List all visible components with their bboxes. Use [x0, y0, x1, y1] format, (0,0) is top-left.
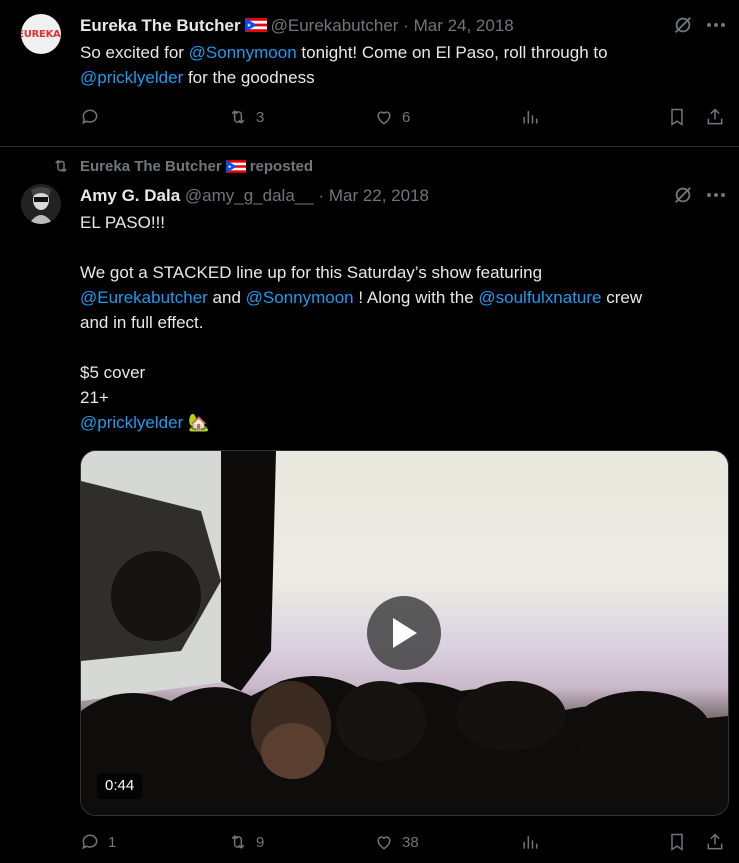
- heart-icon: [377, 836, 391, 850]
- tweet-text-part: tonight! Come on El Paso, roll through t…: [296, 43, 608, 62]
- mention-link[interactable]: @Sonnymoon: [246, 288, 354, 307]
- bookmark-icon: [671, 108, 683, 126]
- video-duration: 0:44: [97, 773, 143, 799]
- share-button[interactable]: [705, 832, 725, 852]
- retweet-button[interactable]: 3: [228, 107, 264, 127]
- reposter-name[interactable]: Eureka The Butcher: [80, 158, 222, 175]
- reply-button[interactable]: 1: [80, 832, 116, 852]
- play-button[interactable]: [367, 596, 441, 670]
- like-button[interactable]: 38: [374, 832, 419, 852]
- like-count: 38: [402, 833, 419, 851]
- grok-button[interactable]: [672, 14, 694, 38]
- tweet-line: $5 cover: [80, 363, 146, 382]
- tweet-text-part: and: [207, 288, 246, 307]
- bookmark-button[interactable]: [667, 832, 687, 852]
- grok-button[interactable]: [672, 184, 694, 208]
- separator: ·: [318, 186, 325, 205]
- like-count: 6: [402, 108, 411, 126]
- avatar-logo-text: EUREKA!: [21, 28, 61, 40]
- more-button[interactable]: [706, 184, 726, 208]
- views-button[interactable]: [520, 107, 540, 127]
- mention-link[interactable]: @soulfulxnature: [478, 288, 601, 307]
- share-icon: [707, 108, 723, 125]
- mention-link[interactable]: @pricklyelder: [80, 68, 183, 87]
- avatar[interactable]: [21, 184, 61, 224]
- mention-link[interactable]: @Sonnymoon: [189, 43, 297, 62]
- play-icon: [393, 618, 417, 648]
- tweet-line: 21+: [80, 388, 109, 407]
- retweet-button[interactable]: 9: [228, 832, 264, 852]
- views-icon: [523, 836, 538, 849]
- more-button[interactable]: [706, 14, 726, 38]
- tweet-header: Eureka The Butcher @Eurekabutcher · Mar …: [80, 14, 514, 38]
- tweet-line: EL PASO!!!: [80, 213, 166, 232]
- grok-icon: [675, 187, 691, 203]
- puerto-rico-flag-icon: [225, 159, 246, 173]
- share-button[interactable]: [705, 107, 725, 127]
- puerto-rico-flag-icon: [244, 18, 267, 32]
- more-icon: [707, 23, 725, 27]
- views-icon: [523, 111, 538, 124]
- views-button[interactable]: [520, 832, 540, 852]
- mention-link[interactable]: @Eurekabutcher: [80, 288, 208, 307]
- reply-button[interactable]: [80, 107, 100, 127]
- tweet-line: We got a STACKED line up for this Saturd…: [80, 260, 720, 285]
- retweet-count: 3: [256, 108, 265, 126]
- tweet-actions: 1 9 38: [0, 832, 739, 856]
- separator: ·: [403, 16, 409, 35]
- share-icon: [707, 833, 723, 850]
- tweet-line: @pricklyelder 🏡: [80, 410, 720, 435]
- retweet-count: 9: [256, 833, 265, 851]
- display-name[interactable]: Eureka The Butcher: [80, 16, 241, 35]
- reposted-label: reposted: [249, 157, 314, 175]
- like-button[interactable]: 6: [374, 107, 410, 127]
- mention-link[interactable]: @pricklyelder: [80, 413, 183, 432]
- tweet-header: Amy G. Dala @amy_g_dala__ · Mar 22, 2018: [80, 184, 429, 208]
- tweet-text: So excited for @Sonnymoon tonight! Come …: [80, 40, 720, 90]
- video-player[interactable]: 0:44: [80, 450, 729, 816]
- divider: [0, 146, 739, 147]
- tweet-text-part: We got a STACKED line up for this Saturd…: [80, 263, 543, 282]
- user-handle[interactable]: @Eurekabutcher: [271, 16, 399, 35]
- tweet-actions: 3 6: [0, 107, 739, 131]
- bookmark-button[interactable]: [667, 107, 687, 127]
- tweet-text-part: for the goodness: [183, 68, 315, 87]
- heart-icon: [377, 111, 391, 125]
- retweet-icon: [55, 159, 67, 173]
- tweet-text: EL PASO!!! We got a STACKED line up for …: [80, 210, 720, 435]
- grok-icon: [675, 17, 691, 33]
- retweet-icon: [231, 835, 245, 849]
- tweet-line: @Eurekabutcher and @Sonnymoon ! Along wi…: [80, 285, 720, 310]
- timestamp[interactable]: Mar 24, 2018: [414, 16, 514, 35]
- avatar[interactable]: EUREKA!: [21, 14, 61, 54]
- user-handle[interactable]: @amy_g_dala__: [185, 186, 314, 205]
- reply-count: 1: [108, 833, 117, 851]
- repost-banner: Eureka The Butcher reposted: [52, 156, 313, 176]
- house-emoji: 🏡: [187, 413, 210, 432]
- tweet-text-part: ! Along with the: [353, 288, 479, 307]
- retweet-icon: [231, 110, 245, 124]
- tweet-line: and in full effect.: [80, 313, 204, 332]
- display-name[interactable]: Amy G. Dala: [80, 186, 180, 205]
- timestamp[interactable]: Mar 22, 2018: [329, 186, 429, 205]
- tweet-text-part: So excited for: [80, 43, 189, 62]
- tweet-text-part: crew: [601, 288, 643, 307]
- reply-icon: [82, 834, 98, 850]
- reply-icon: [82, 109, 98, 125]
- avatar-portrait-icon: [21, 184, 61, 224]
- bookmark-icon: [671, 833, 683, 851]
- more-icon: [707, 193, 725, 197]
